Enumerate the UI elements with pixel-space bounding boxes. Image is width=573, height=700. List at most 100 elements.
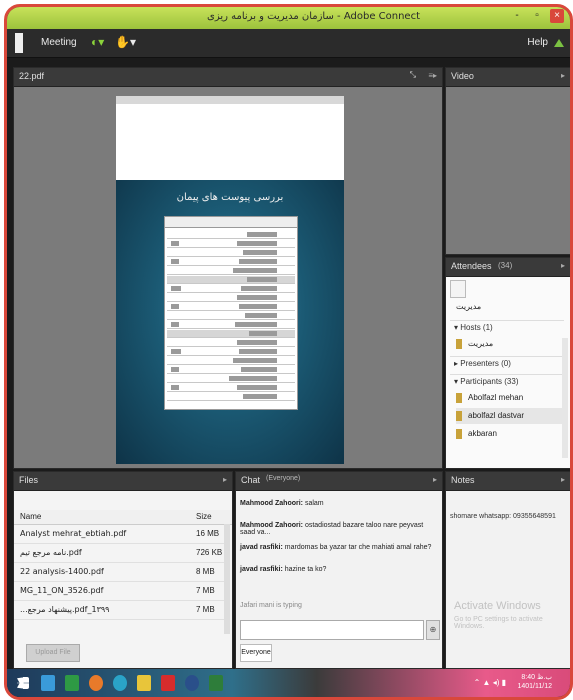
pod-menu-icon[interactable]: ▸ [561, 475, 565, 484]
attendee-name: akbaran [468, 429, 497, 438]
person-icon [456, 338, 462, 349]
files-pod-header: Files ▸ [14, 472, 232, 491]
file-name: Analyst mehrat_ebtiah.pdf [20, 529, 127, 538]
chat-pod-title: Chat [241, 475, 261, 485]
clock[interactable]: 8:40 ب.ظ 1401/11/12 [517, 673, 552, 691]
media-icon[interactable] [185, 675, 199, 691]
table-row [167, 321, 295, 329]
microphone-icon[interactable]: ◐▾ [91, 35, 104, 49]
notes-pod-header: Notes ▸ [446, 472, 570, 491]
attendee-name: مدیریت [468, 339, 494, 348]
table-row [167, 231, 295, 239]
file-row[interactable]: نامه مرجع تیم.pdf 726 KB [14, 544, 224, 563]
table-row [167, 249, 295, 257]
close-button[interactable]: × [550, 9, 564, 23]
firefox-icon[interactable] [89, 675, 103, 691]
my-role-label: مدیریت [456, 302, 482, 311]
file-row[interactable]: MG_11_ON_3526.pdf 7 MB [14, 582, 224, 601]
table-row [167, 375, 295, 383]
table-row [167, 294, 295, 302]
table-row [167, 276, 295, 284]
attendee-name: Abolfazl mehan [468, 393, 524, 402]
activate-windows-hint: Go to PC settings to activate Windows. [454, 616, 543, 630]
acrobat-icon[interactable] [161, 675, 175, 691]
table-row [167, 258, 295, 266]
table-row [167, 312, 295, 320]
share-pod-title: 22.pdf [19, 71, 45, 81]
attendee-host[interactable]: مدیریت [456, 336, 562, 352]
attendee-view-toggle[interactable] [450, 280, 466, 298]
chat-pod: Chat (Everyone) ▸ Mahmood Zahoori: salam… [235, 471, 443, 669]
attendee-participant[interactable]: akbaran [456, 426, 562, 442]
start-icon[interactable] [17, 677, 29, 689]
file-size: 726 KB [196, 548, 223, 557]
minimize-button[interactable]: - [510, 9, 524, 23]
adobe-connect-taskbar-icon[interactable] [209, 675, 223, 691]
pod-menu-icon[interactable]: ▸ [561, 261, 565, 270]
user-status-icon[interactable]: ✋▾ [115, 35, 136, 49]
pdf-page-top [116, 96, 344, 180]
window-title: سازمان مدیریت و برنامه ریزی - Adobe Conn… [207, 11, 420, 22]
upload-file-button[interactable]: Upload File [26, 644, 80, 662]
connection-status-icon [554, 39, 564, 47]
file-size: 7 MB [196, 586, 215, 595]
pod-menu-icon[interactable]: ▸ [433, 475, 437, 484]
table-row [167, 303, 295, 311]
notes-pod: Notes ▸ shomare whatsapp: 09355648591 Ac… [445, 471, 570, 669]
file-name: نامه مرجع تیم.pdf [20, 548, 82, 557]
clock-date: 1401/11/12 [517, 683, 552, 690]
slide-table [164, 216, 298, 410]
help-menu[interactable]: Help [527, 37, 548, 48]
attendees-pod-title: Attendees [451, 261, 492, 271]
hosts-group[interactable]: ▾ Hosts (1) [450, 320, 564, 334]
file-size: 8 MB [196, 567, 215, 576]
files-column-header: Name Size [14, 510, 232, 525]
notes-text[interactable]: shomare whatsapp: 09355648591 [450, 512, 564, 521]
name-column-header[interactable]: Name [20, 512, 41, 521]
activate-windows-watermark: Activate Windows [454, 600, 541, 612]
files-pod: Files ▸ Name Size Analyst mehrat_ebtiah.… [13, 471, 233, 669]
attendee-participant[interactable]: abolfazl dastvar [456, 408, 562, 424]
table-row [167, 393, 295, 401]
video-pod: Video ▸ [445, 67, 570, 255]
app-window: سازمان مدیریت و برنامه ریزی - Adobe Conn… [4, 4, 573, 700]
file-explorer-icon[interactable] [137, 675, 151, 691]
chat-input[interactable] [240, 620, 424, 640]
pod-menu-icon[interactable]: ▸ [223, 475, 227, 484]
attendee-scrollbar[interactable] [562, 338, 568, 458]
chat-recipient: (Everyone) [266, 475, 301, 482]
attendee-count: (34) [498, 261, 513, 270]
file-row[interactable]: ...پیشنهاد مرجع.pdf_1۳۹۹ 7 MB [14, 601, 224, 620]
size-column-header[interactable]: Size [196, 512, 212, 521]
chat-sender: javad rasfiki: [240, 566, 283, 573]
file-row[interactable]: Analyst mehrat_ebtiah.pdf 16 MB [14, 525, 224, 544]
chat-text: hazine ta ko? [284, 566, 327, 573]
participants-group[interactable]: ▾ Participants (33) [450, 374, 564, 388]
fit-to-width-icon[interactable]: ⤡ [410, 70, 416, 80]
file-name: 22 analysis-1400.pdf [20, 567, 104, 576]
file-row[interactable]: 22 analysis-1400.pdf 8 MB [14, 563, 224, 582]
presenters-group[interactable]: ▸ Presenters (0) [450, 356, 564, 370]
attendee-participant[interactable]: Abolfazl mehan [456, 390, 562, 406]
chat-tab-everyone[interactable]: Everyone [240, 644, 272, 662]
chat-message: javad rasfiki: mardomas ba yazar tar che… [240, 544, 436, 551]
store-icon[interactable] [65, 675, 79, 691]
edge-browser-icon[interactable] [41, 675, 55, 691]
system-tray-icons[interactable]: ⌃ ▲ ◂) ▮ [474, 678, 506, 687]
attendees-pod-header: Attendees (34) ▸ [446, 258, 570, 277]
table-row [167, 357, 295, 365]
send-button[interactable]: ⊕ [426, 620, 440, 640]
person-icon [456, 410, 462, 421]
chrome-icon[interactable] [113, 675, 127, 691]
notes-pod-title: Notes [451, 475, 475, 485]
pdf-page: بررسی پیوست های پیمان [116, 96, 344, 464]
files-scrollbar[interactable] [224, 524, 230, 634]
attendee-name: abolfazl dastvar [468, 411, 525, 420]
pod-menu-icon[interactable]: ≡▸ [428, 71, 437, 80]
chat-message: javad rasfiki: hazine ta ko? [240, 566, 436, 573]
maximize-button[interactable]: ▫ [530, 9, 544, 23]
table-row [167, 384, 295, 392]
meeting-menu[interactable]: Meeting [41, 37, 77, 48]
file-name: MG_11_ON_3526.pdf [20, 586, 104, 595]
pod-menu-icon[interactable]: ▸ [561, 71, 565, 80]
